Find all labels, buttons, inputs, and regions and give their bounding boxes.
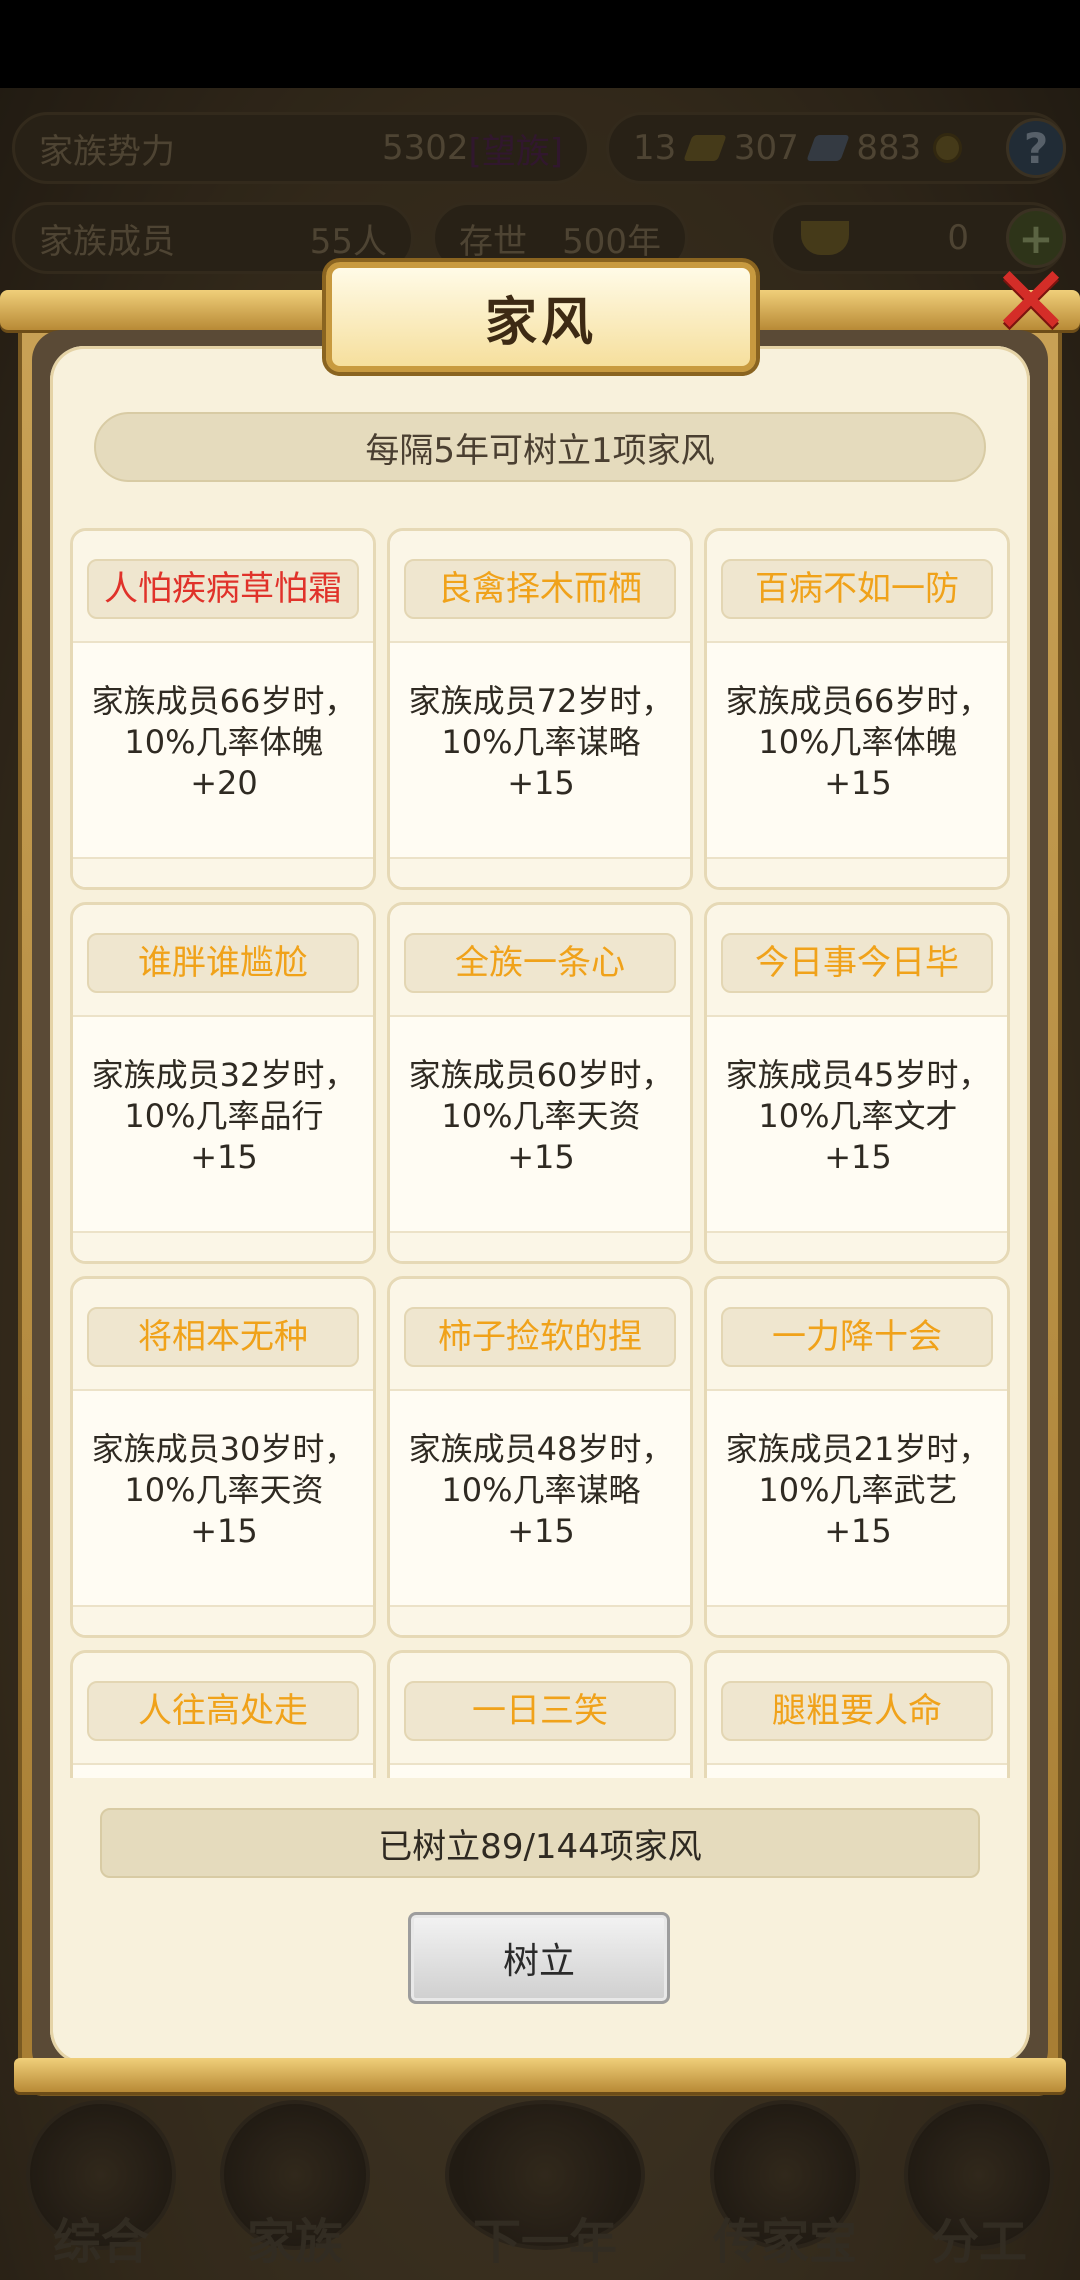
motto-card[interactable]: 一力降十会 家族成员21岁时，10%几率武艺+15	[704, 1276, 1010, 1638]
motto-effect: 家族成员30岁时，10%几率天资+15	[91, 1430, 357, 1550]
motto-card[interactable]: 一日三笑	[387, 1650, 693, 1778]
motto-card[interactable]: 人往高处走	[70, 1650, 376, 1778]
dialog-title-plaque: 家风	[326, 262, 756, 372]
motto-name: 柿子捡软的捏	[404, 1307, 676, 1367]
motto-name: 谁胖谁尴尬	[87, 933, 359, 993]
dialog-title: 家风	[484, 292, 597, 353]
motto-effect: 家族成员72岁时，10%几率谋略+15	[408, 682, 674, 802]
motto-effect: 家族成员66岁时，10%几率体魄+15	[725, 682, 991, 802]
motto-name: 腿粗要人命	[721, 1681, 993, 1741]
motto-name: 一日三笑	[404, 1681, 676, 1741]
motto-name: 良禽择木而栖	[404, 559, 676, 619]
established-count: 已树立89/144项家风	[100, 1808, 980, 1878]
motto-card[interactable]: 今日事今日毕 家族成员45岁时，10%几率文才+15	[704, 902, 1010, 1264]
motto-name: 今日事今日毕	[721, 933, 993, 993]
motto-effect: 家族成员32岁时，10%几率品行+15	[91, 1056, 357, 1176]
motto-card[interactable]: 柿子捡软的捏 家族成员48岁时，10%几率谋略+15	[387, 1276, 693, 1638]
motto-name: 全族一条心	[404, 933, 676, 993]
motto-grid[interactable]: 人怕疾病草怕霜 家族成员66岁时，10%几率体魄+20 良禽择木而栖 家族成员7…	[70, 528, 1010, 1778]
motto-card[interactable]: 全族一条心 家族成员60岁时，10%几率天资+15	[387, 902, 693, 1264]
establish-button[interactable]: 树立	[408, 1912, 670, 2004]
motto-card[interactable]: 谁胖谁尴尬 家族成员32岁时，10%几率品行+15	[70, 902, 376, 1264]
motto-name: 将相本无种	[87, 1307, 359, 1367]
motto-name: 一力降十会	[721, 1307, 993, 1367]
motto-card[interactable]: 人怕疾病草怕霜 家族成员66岁时，10%几率体魄+20	[70, 528, 376, 890]
motto-effect: 家族成员66岁时，10%几率体魄+20	[91, 682, 357, 802]
motto-rule-banner: 每隔5年可树立1项家风	[94, 412, 986, 482]
close-button[interactable]: ✕	[986, 253, 1076, 349]
motto-card[interactable]: 良禽择木而栖 家族成员72岁时，10%几率谋略+15	[387, 528, 693, 890]
motto-effect: 家族成员21岁时，10%几率武艺+15	[725, 1430, 991, 1550]
motto-effect: 家族成员60岁时，10%几率天资+15	[408, 1056, 674, 1176]
motto-name: 百病不如一防	[721, 559, 993, 619]
status-bar	[0, 0, 1080, 88]
motto-effect: 家族成员45岁时，10%几率文才+15	[725, 1056, 991, 1176]
motto-card[interactable]: 百病不如一防 家族成员66岁时，10%几率体魄+15	[704, 528, 1010, 890]
motto-card[interactable]: 腿粗要人命	[704, 1650, 1010, 1778]
motto-name: 人怕疾病草怕霜	[87, 559, 359, 619]
motto-effect: 家族成员48岁时，10%几率谋略+15	[408, 1430, 674, 1550]
motto-name: 人往高处走	[87, 1681, 359, 1741]
dialog-bottom-rail	[14, 2058, 1066, 2092]
motto-card[interactable]: 将相本无种 家族成员30岁时，10%几率天资+15	[70, 1276, 376, 1638]
